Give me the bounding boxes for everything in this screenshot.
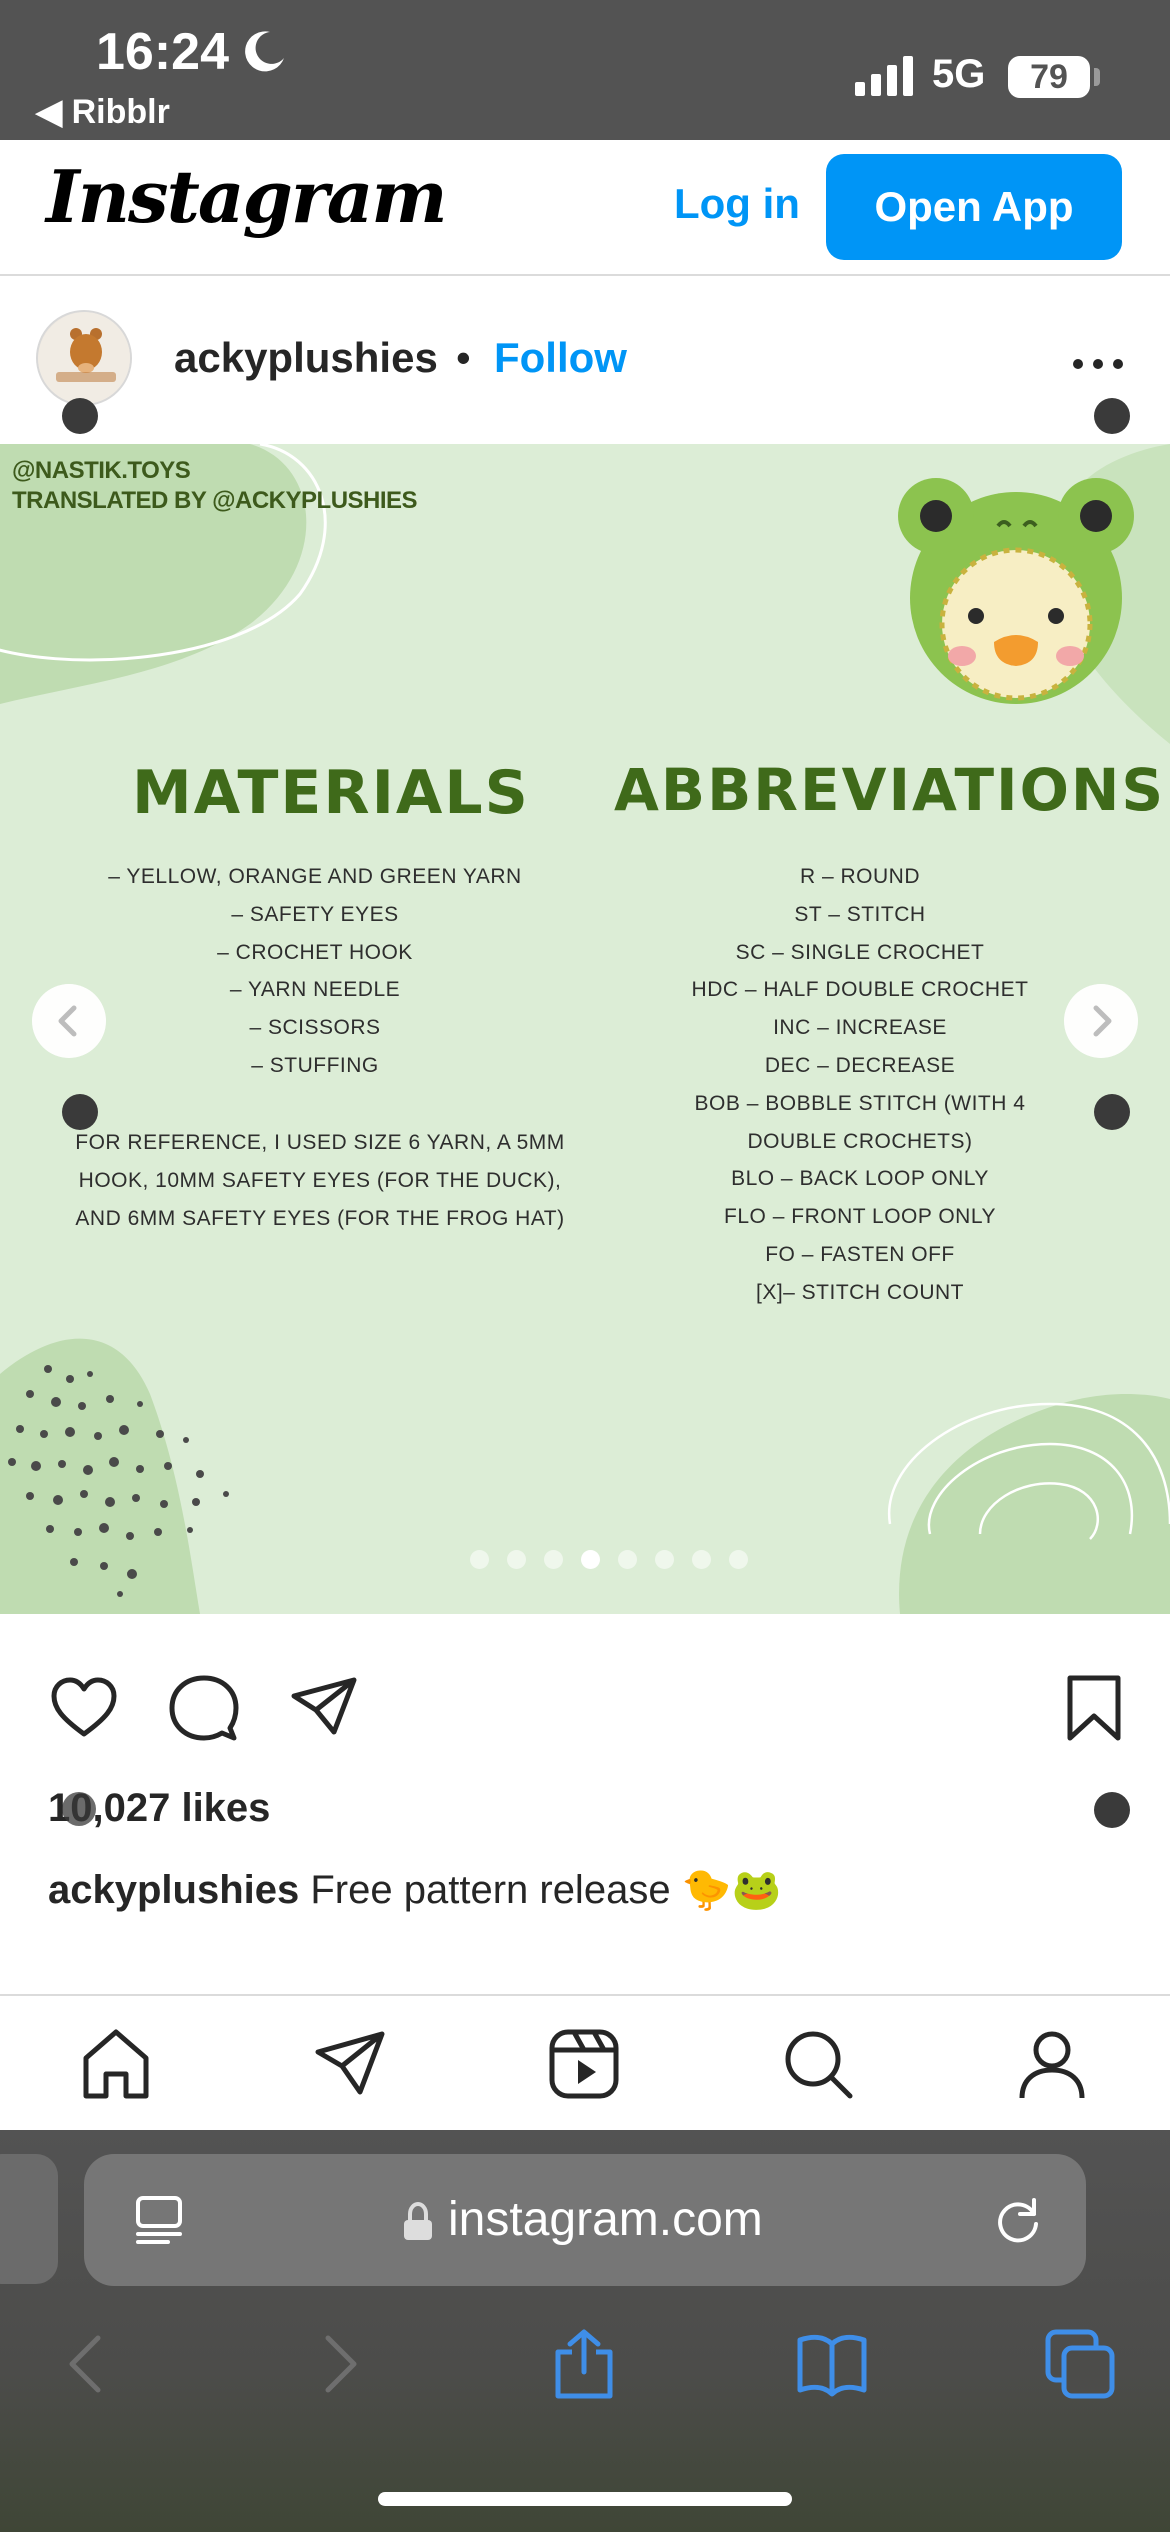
bear-logo-icon <box>38 312 130 404</box>
share-icon[interactable] <box>548 2328 620 2400</box>
list-item: – SCISSORS <box>249 1016 381 1040</box>
carousel-dot <box>729 1550 748 1569</box>
list-item: SC – SINGLE CROCHET <box>735 940 985 964</box>
post-actions <box>0 1614 1170 1794</box>
back-to-app-link[interactable]: ◀ Ribblr <box>36 92 170 132</box>
battery-tip <box>1094 68 1100 86</box>
carousel-dot <box>581 1550 600 1569</box>
list-item: BLO – BACK LOOP ONLY <box>731 1167 989 1191</box>
moon-icon <box>245 31 284 72</box>
touch-marker <box>62 398 98 434</box>
lock-icon <box>404 2202 432 2240</box>
post-username[interactable]: ackyplushies <box>174 334 438 382</box>
carousel-indicator <box>470 1550 748 1569</box>
separator-dot: • <box>456 334 471 381</box>
address-bar[interactable]: instagram.com <box>84 2154 1086 2286</box>
carousel-dot <box>507 1550 526 1569</box>
follow-button[interactable]: Follow <box>494 334 627 382</box>
post-caption: ackyplushies Free pattern release 🐤🐸 <box>48 1866 781 1913</box>
post-header: ackyplushies • Follow <box>0 278 1170 444</box>
instagram-header: Instagram Log in Open App <box>0 140 1170 276</box>
list-item: – CROCHET HOOK <box>217 940 413 964</box>
carousel-next-button[interactable] <box>1064 984 1138 1058</box>
list-item: – SAFETY EYES <box>231 902 399 926</box>
open-app-button[interactable]: Open App <box>826 154 1122 260</box>
post-image[interactable]: @NASTIK.TOYS TRANSLATED BY @ACKYPLUSHIES… <box>0 444 1170 1614</box>
network-type: 5G <box>932 52 986 96</box>
status-bar: 16:24 ◀ Ribblr 5G 79 <box>0 0 1170 140</box>
touch-marker <box>62 1792 96 1826</box>
abbreviations-list: R – ROUND ST – STITCH SC – SINGLE CROCHE… <box>640 858 1080 1312</box>
url-text[interactable]: instagram.com <box>448 2192 763 2247</box>
login-link[interactable]: Log in <box>674 180 800 228</box>
list-item: FLO – FRONT LOOP ONLY <box>724 1205 996 1229</box>
carousel-dot <box>618 1550 637 1569</box>
instagram-logo[interactable]: Instagram <box>46 154 448 239</box>
forward-icon[interactable] <box>302 2328 374 2400</box>
list-item: – STUFFING <box>251 1053 379 1077</box>
safari-toolbar: instagram.com <box>0 2130 1170 2532</box>
materials-list: – YELLOW, ORANGE AND GREEN YARN – SAFETY… <box>60 858 570 1085</box>
list-item: DEC – DECREASE <box>764 1053 956 1077</box>
touch-marker <box>1094 1792 1130 1828</box>
list-item: DOUBLE CROCHETS) <box>747 1129 973 1153</box>
list-item: INC – INCREASE <box>773 1016 947 1040</box>
reels-icon[interactable] <box>546 2026 622 2102</box>
touch-marker <box>1094 1094 1130 1130</box>
comment-icon[interactable] <box>168 1672 240 1744</box>
list-item: ST – STITCH <box>794 902 926 926</box>
status-time: 16:24 <box>96 23 229 81</box>
cellular-signal-icon <box>855 56 913 96</box>
share-icon[interactable] <box>288 1672 360 1744</box>
carousel-dot <box>655 1550 674 1569</box>
heart-icon[interactable] <box>48 1672 120 1744</box>
back-icon[interactable] <box>52 2328 124 2400</box>
touch-marker <box>1094 398 1130 434</box>
search-icon[interactable] <box>780 2026 856 2102</box>
list-item: R – ROUND <box>799 865 920 888</box>
carousel-dot <box>544 1550 563 1569</box>
carousel-dot <box>692 1550 711 1569</box>
list-item: BOB – BOBBLE STITCH (WITH 4 <box>694 1091 1026 1115</box>
profile-icon[interactable] <box>1014 2026 1090 2102</box>
tabs-icon[interactable] <box>1044 2328 1116 2400</box>
list-item: HDC – HALF DOUBLE CROCHET <box>691 978 1029 1002</box>
list-item: – YELLOW, ORANGE AND GREEN YARN <box>108 865 522 888</box>
caption-username[interactable]: ackyplushies <box>48 1868 299 1912</box>
caption-text: Free pattern release 🐤🐸 <box>299 1868 782 1912</box>
credit-line-1: @NASTIK.TOYS <box>12 457 191 484</box>
bookmarks-icon[interactable] <box>796 2328 868 2400</box>
list-item: FO – FASTEN OFF <box>765 1242 955 1266</box>
carousel-prev-button[interactable] <box>32 984 106 1058</box>
home-icon[interactable] <box>78 2026 154 2102</box>
direct-icon[interactable] <box>312 2026 388 2102</box>
home-indicator[interactable] <box>378 2492 792 2506</box>
more-options-icon[interactable] <box>1072 358 1124 370</box>
previous-tab-stub[interactable] <box>0 2154 58 2284</box>
bottom-navigation <box>0 1994 1170 2130</box>
materials-title: MATERIALS <box>132 758 530 828</box>
touch-marker <box>62 1094 98 1130</box>
carousel-dot <box>470 1550 489 1569</box>
page-menu-icon[interactable] <box>134 2194 184 2246</box>
credit-text: @NASTIK.TOYS TRANSLATED BY @ACKYPLUSHIES <box>12 456 418 516</box>
abbreviations-title: ABBREVIATIONS <box>614 756 1166 824</box>
credit-line-2: TRANSLATED BY @ACKYPLUSHIES <box>12 487 418 514</box>
bookmark-icon[interactable] <box>1058 1672 1130 1744</box>
frog-hat-duck-illustration <box>898 478 1134 704</box>
list-item: – YARN NEEDLE <box>229 978 401 1002</box>
list-item: [X]– STITCH COUNT <box>755 1280 964 1304</box>
reload-icon[interactable] <box>992 2194 1044 2246</box>
reference-note: FOR REFERENCE, I USED SIZE 6 YARN, A 5MM… <box>75 1131 565 1230</box>
avatar[interactable] <box>36 310 132 406</box>
battery-level: 79 <box>1008 56 1090 98</box>
